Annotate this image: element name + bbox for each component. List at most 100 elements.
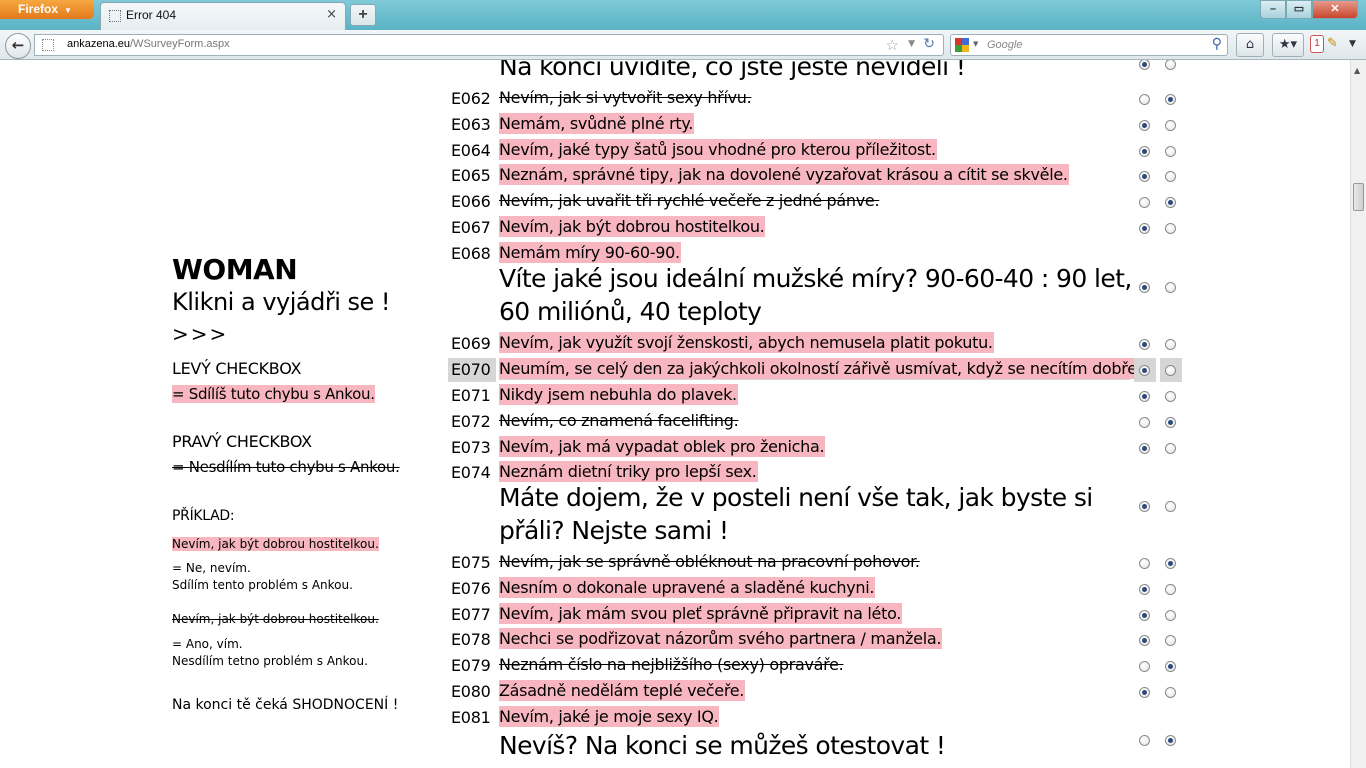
share-radio[interactable] <box>1139 120 1150 131</box>
share-radio[interactable] <box>1139 735 1150 746</box>
not-share-radio[interactable] <box>1165 661 1176 672</box>
not-share-radio[interactable] <box>1165 146 1176 157</box>
radio-cell <box>1160 577 1182 601</box>
not-share-radio[interactable] <box>1165 391 1176 402</box>
share-radio[interactable] <box>1139 501 1150 512</box>
share-radio[interactable] <box>1139 365 1150 376</box>
item-statement-text: Nevím, jaké typy šatů jsou vhodné pro kt… <box>499 139 937 160</box>
addon-icon[interactable]: ✎ <box>1327 35 1343 53</box>
share-radio[interactable] <box>1139 417 1150 428</box>
share-radio[interactable] <box>1139 391 1150 402</box>
radio-cell <box>1134 139 1156 163</box>
radio-cell <box>1134 216 1156 240</box>
share-radio[interactable] <box>1139 584 1150 595</box>
item-statement-text: Nevím, co znamená facelifting. <box>499 411 739 430</box>
page-subtitle: Klikni a vyjádři se ! <box>172 288 391 316</box>
radio-cell <box>1134 436 1156 460</box>
toolbar-overflow-icon[interactable]: ▼ <box>1349 39 1356 49</box>
share-radio[interactable] <box>1139 197 1150 208</box>
not-share-radio[interactable] <box>1165 501 1176 512</box>
engine-dropdown-icon[interactable]: ▼ <box>973 40 978 48</box>
site-identity-icon[interactable] <box>42 39 54 51</box>
not-share-radio[interactable] <box>1165 635 1176 646</box>
not-share-radio[interactable] <box>1165 443 1176 454</box>
example2-statement: Nevím, jak být dobrou hostitelkou. <box>172 612 379 626</box>
share-radio[interactable] <box>1139 610 1150 621</box>
not-share-radio[interactable] <box>1165 584 1176 595</box>
survey-row: E065 Neznám, správné tipy, jak na dovolen… <box>448 164 1183 188</box>
share-radio[interactable] <box>1139 661 1150 672</box>
history-dropdown-icon[interactable]: ▼ <box>908 39 915 49</box>
not-share-radio[interactable] <box>1165 120 1176 131</box>
radio-cell <box>1134 164 1156 188</box>
not-share-radio[interactable] <box>1165 365 1176 376</box>
share-radio[interactable] <box>1139 558 1150 569</box>
survey-row: E078 Nechci se podřizovat názorům svého p… <box>448 628 1183 652</box>
close-tab-icon[interactable]: × <box>326 7 337 22</box>
search-bar[interactable]: ▼ Google ⚲ <box>950 34 1228 56</box>
close-window-button[interactable]: ✕ <box>1312 0 1358 19</box>
new-tab-button[interactable]: + <box>350 4 376 26</box>
not-share-radio[interactable] <box>1165 417 1176 428</box>
tab-error-404[interactable]: Error 404 × <box>100 2 346 30</box>
home-button[interactable]: ⌂ <box>1236 33 1264 57</box>
search-placeholder: Google <box>987 39 1023 51</box>
share-radio[interactable] <box>1139 339 1150 350</box>
not-share-radio[interactable] <box>1165 558 1176 569</box>
share-radio[interactable] <box>1139 146 1150 157</box>
share-radio[interactable] <box>1139 687 1150 698</box>
not-share-radio[interactable] <box>1165 197 1176 208</box>
google-engine-icon[interactable] <box>955 38 969 52</box>
item-statement: Neumím, se celý den za jakýchkoli okolno… <box>499 358 1143 380</box>
radio-cell <box>1160 113 1182 137</box>
item-code: E073 <box>451 438 491 457</box>
firefox-menu-button[interactable]: Firefox ▼ <box>0 0 94 19</box>
not-share-radio[interactable] <box>1165 687 1176 698</box>
item-statement-text: Nevím, jak být dobrou hostitelkou. <box>499 216 766 237</box>
not-share-radio[interactable] <box>1165 339 1176 350</box>
survey-row: E069 Nevím, jak využít svojí ženskosti, a… <box>448 332 1183 356</box>
item-code: E063 <box>451 115 491 134</box>
not-share-radio[interactable] <box>1165 60 1176 70</box>
share-radio[interactable] <box>1139 60 1150 70</box>
bookmark-star-icon[interactable]: ☆ <box>886 36 899 54</box>
addon-badge-button[interactable]: 1 <box>1310 35 1324 53</box>
item-code: E066 <box>451 192 491 211</box>
item-statement: Nevím, jaké typy šatů jsou vhodné pro kt… <box>499 139 937 161</box>
radio-cell <box>1134 87 1156 111</box>
bookmarks-button[interactable]: ★▾ <box>1272 33 1304 57</box>
share-radio[interactable] <box>1139 443 1150 454</box>
maximize-button[interactable]: ▭ <box>1286 0 1312 19</box>
survey-row: E070 Neumím, se celý den za jakýchkoli ok… <box>448 358 1183 382</box>
radio-cell <box>1134 654 1156 678</box>
not-share-radio[interactable] <box>1165 735 1176 746</box>
not-share-radio[interactable] <box>1165 223 1176 234</box>
not-share-radio[interactable] <box>1165 610 1176 621</box>
item-statement-text: Nevím, jak uvařit tři rychlé večeře z je… <box>499 191 880 210</box>
search-icon[interactable]: ⚲ <box>1212 36 1222 52</box>
banner-text: Víte jaké jsou ideální mužské míry? 90-6… <box>499 264 1132 326</box>
item-statement: Nevím, jak být dobrou hostitelkou. <box>499 216 766 238</box>
minimize-button[interactable]: – <box>1260 0 1286 19</box>
tab-strip: Firefox ▼ Error 404 × + – ▭ ✕ <box>0 0 1366 30</box>
survey-row: E076 Nesním o dokonale upravené a sladěné… <box>448 577 1183 601</box>
scroll-up-icon[interactable]: ▲ <box>1354 66 1360 75</box>
item-statement: Nechci se podřizovat názorům svého partn… <box>499 628 943 650</box>
share-radio[interactable] <box>1139 282 1150 293</box>
share-radio[interactable] <box>1139 94 1150 105</box>
not-share-radio[interactable] <box>1165 282 1176 293</box>
share-radio[interactable] <box>1139 171 1150 182</box>
address-bar[interactable]: ankazena.eu/WSurveyForm.aspx ☆ ▼ ↻ <box>34 34 944 56</box>
back-button[interactable]: ← <box>5 33 31 59</box>
radio-cell <box>1134 384 1156 408</box>
share-radio[interactable] <box>1139 223 1150 234</box>
share-radio[interactable] <box>1139 635 1150 646</box>
radio-cell <box>1160 60 1182 77</box>
reload-icon[interactable]: ↻ <box>923 36 935 52</box>
radio-cell <box>1160 551 1182 575</box>
survey-row: E064 Nevím, jaké typy šatů jsou vhodné pr… <box>448 139 1183 163</box>
not-share-radio[interactable] <box>1165 94 1176 105</box>
scrollbar-thumb[interactable] <box>1353 183 1364 211</box>
vertical-scrollbar[interactable]: ▲ <box>1350 60 1366 768</box>
not-share-radio[interactable] <box>1165 171 1176 182</box>
